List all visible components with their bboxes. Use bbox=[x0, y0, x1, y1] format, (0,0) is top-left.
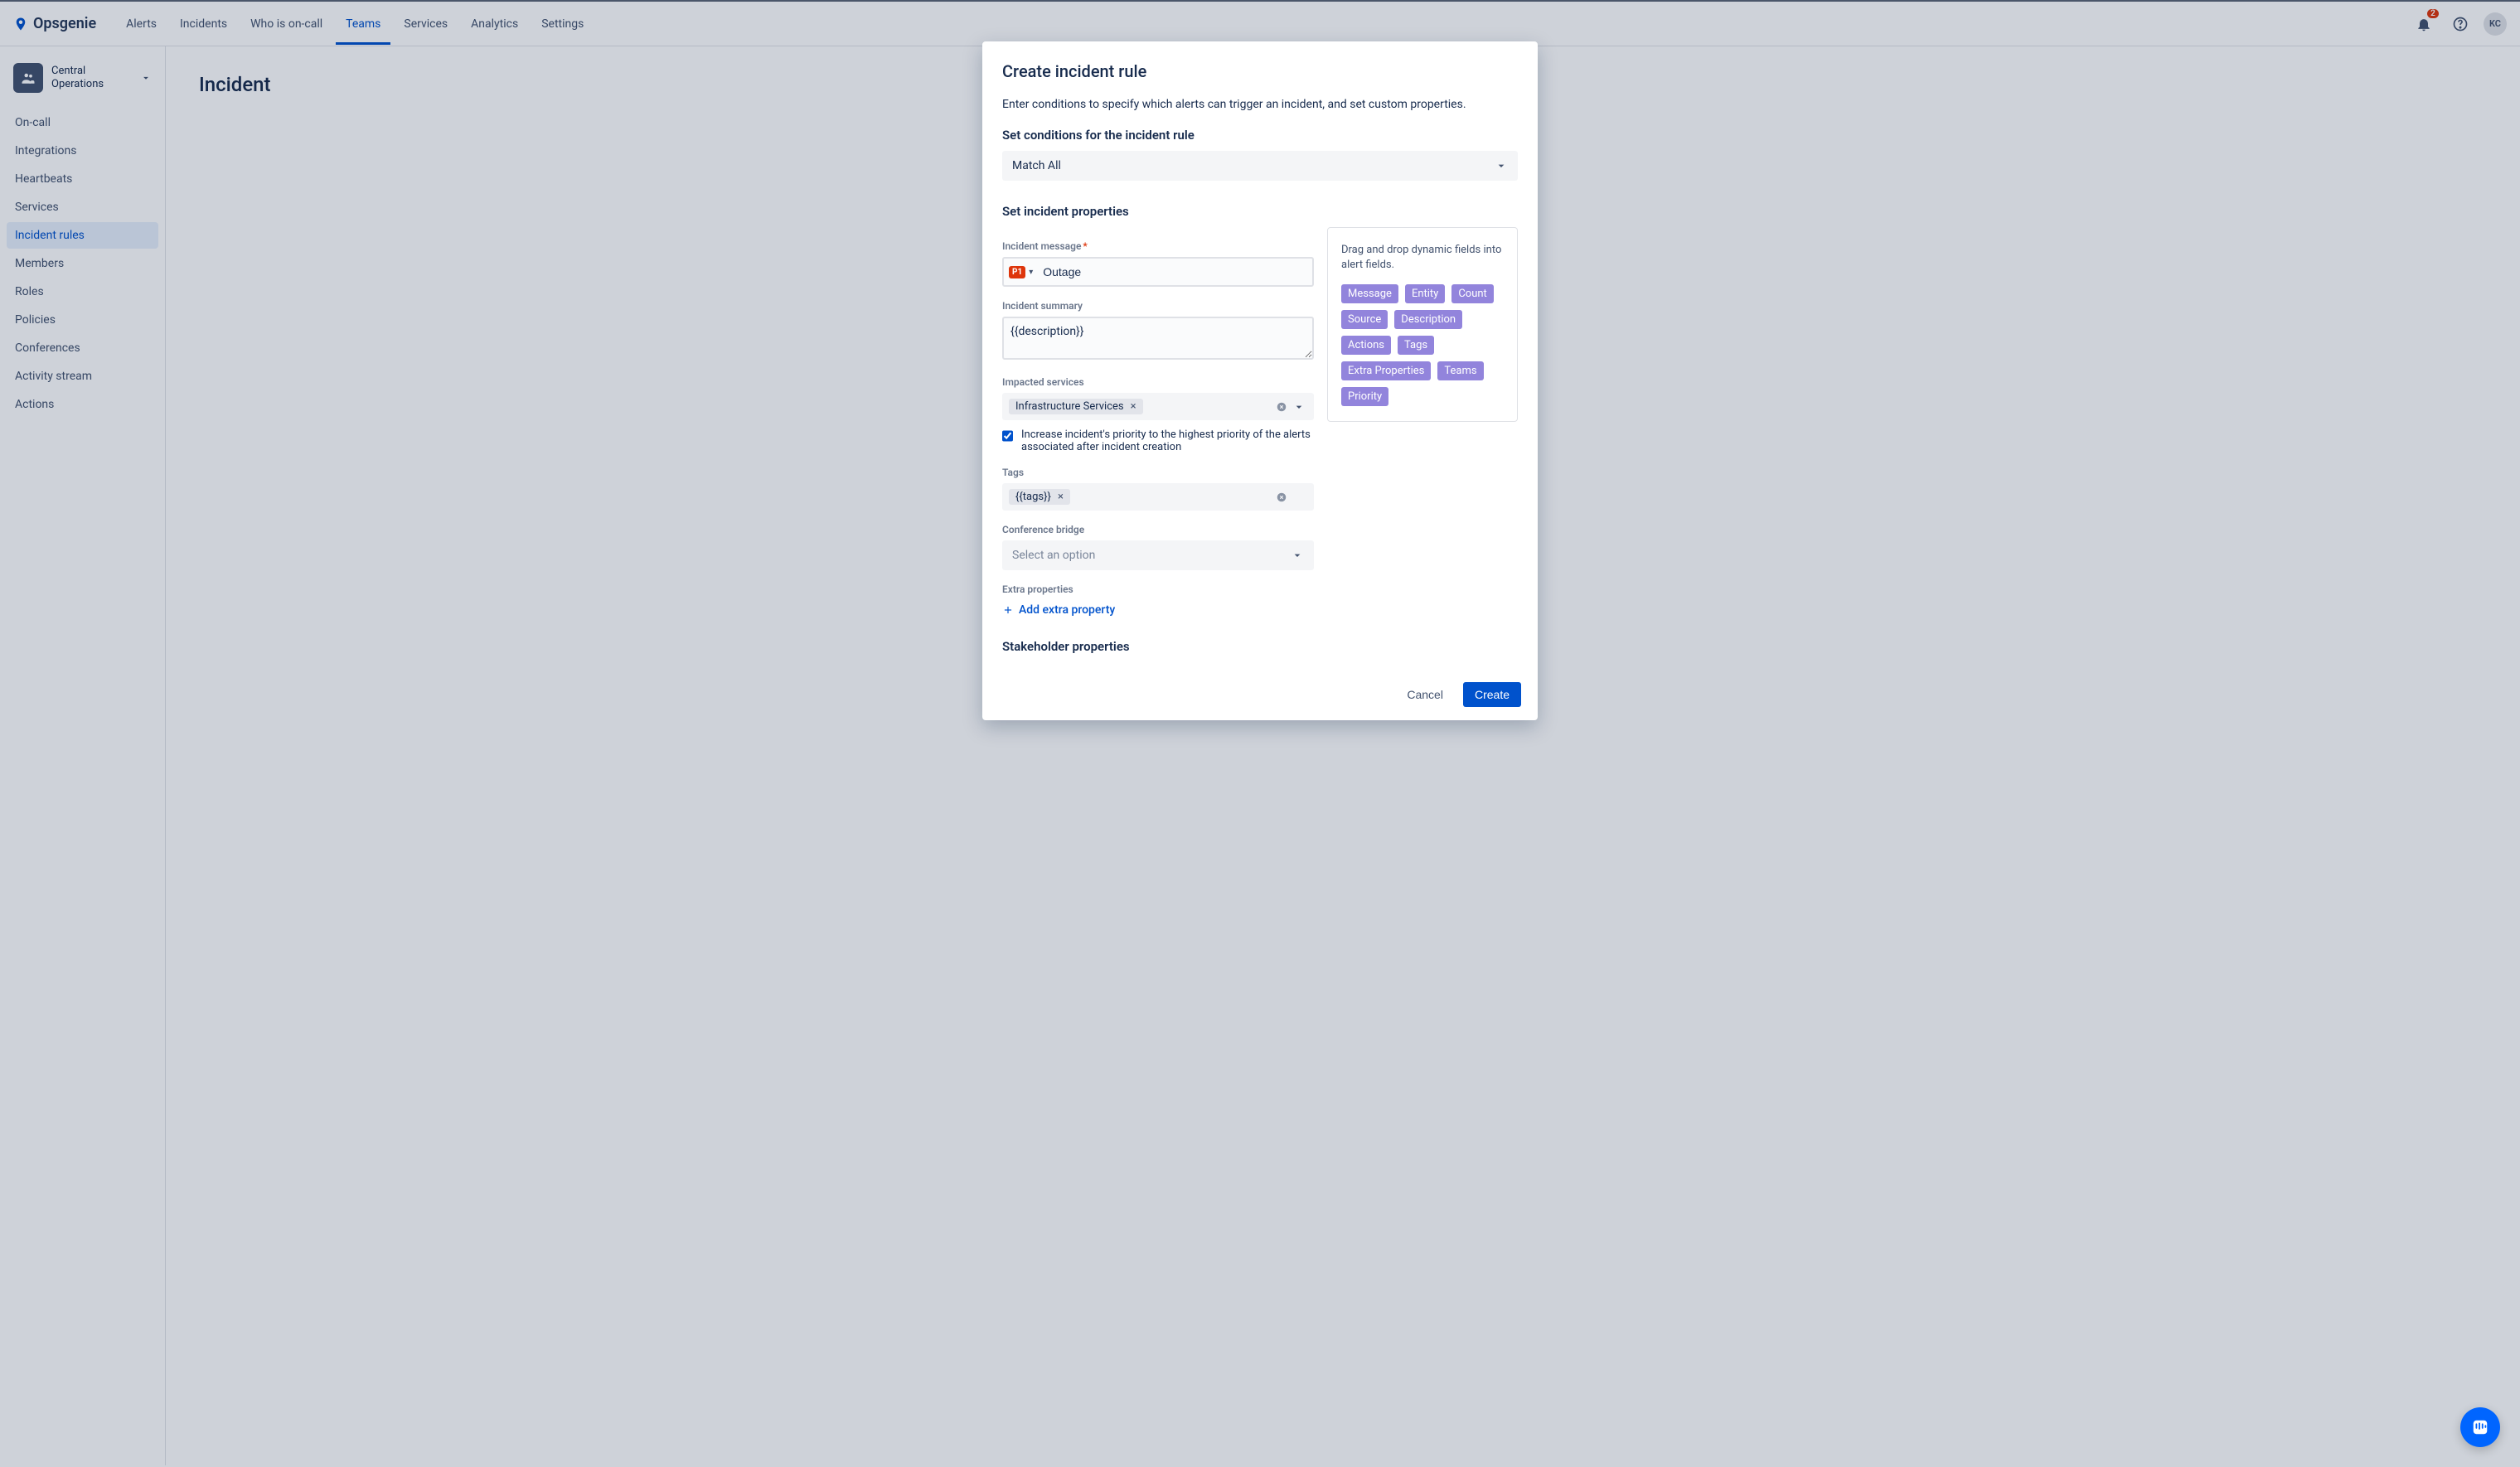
increase-priority-row: Increase incident's priority to the high… bbox=[1002, 428, 1314, 453]
incident-message-field[interactable]: P1 ▾ bbox=[1002, 257, 1314, 287]
priority-badge: P1 bbox=[1009, 266, 1025, 278]
modal-title: Create incident rule bbox=[1002, 61, 1518, 81]
dynamic-fields-hint: Drag and drop dynamic fields into alert … bbox=[1341, 243, 1504, 273]
dynfield-count[interactable]: Count bbox=[1451, 284, 1493, 303]
chevron-down-icon bbox=[1495, 159, 1508, 172]
conditions-heading: Set conditions for the incident rule bbox=[1002, 128, 1518, 143]
dynfield-tags[interactable]: Tags bbox=[1398, 336, 1434, 355]
remove-tag-icon[interactable]: × bbox=[1127, 400, 1140, 413]
tag-chip: {{tags}} × bbox=[1009, 489, 1070, 505]
create-incident-rule-modal: Create incident rule Enter conditions to… bbox=[982, 41, 1538, 720]
dynfield-priority[interactable]: Priority bbox=[1341, 387, 1388, 406]
tags-label: Tags bbox=[1002, 467, 1314, 478]
conference-bridge-placeholder: Select an option bbox=[1012, 549, 1095, 562]
remove-tag-icon[interactable]: × bbox=[1054, 491, 1067, 503]
modal-footer: Cancel Create bbox=[982, 669, 1538, 720]
increase-priority-checkbox[interactable] bbox=[1002, 430, 1013, 442]
add-extra-property-button[interactable]: Add extra property bbox=[1002, 603, 1115, 617]
create-button[interactable]: Create bbox=[1463, 682, 1521, 707]
clear-icon[interactable] bbox=[1276, 401, 1287, 413]
incident-message-label: Incident message* bbox=[1002, 240, 1314, 252]
conference-bridge-select[interactable]: Select an option bbox=[1002, 540, 1314, 570]
priority-picker[interactable]: P1 ▾ bbox=[1009, 266, 1038, 278]
impacted-services-select[interactable]: Infrastructure Services × bbox=[1002, 393, 1314, 420]
dynfield-entity[interactable]: Entity bbox=[1405, 284, 1445, 303]
incident-summary-label: Incident summary bbox=[1002, 300, 1314, 312]
conference-bridge-label: Conference bridge bbox=[1002, 524, 1314, 535]
incident-message-input[interactable] bbox=[1038, 262, 1307, 282]
impacted-services-label: Impacted services bbox=[1002, 376, 1314, 388]
match-mode-value: Match All bbox=[1012, 159, 1061, 172]
dynfield-description[interactable]: Description bbox=[1394, 310, 1462, 329]
dynfield-extra-properties[interactable]: Extra Properties bbox=[1341, 361, 1431, 380]
intercom-launcher[interactable] bbox=[2460, 1407, 2500, 1447]
increase-priority-label: Increase incident's priority to the high… bbox=[1021, 428, 1314, 453]
dynfield-message[interactable]: Message bbox=[1341, 284, 1398, 303]
dynfield-source[interactable]: Source bbox=[1341, 310, 1388, 329]
dynfield-teams[interactable]: Teams bbox=[1437, 361, 1483, 380]
clear-icon[interactable] bbox=[1276, 491, 1287, 503]
extra-properties-label: Extra properties bbox=[1002, 583, 1314, 595]
modal-description: Enter conditions to specify which alerts… bbox=[1002, 98, 1518, 111]
dynamic-fields-chips: Message Entity Count Source DescriptionActio… bbox=[1341, 284, 1504, 406]
match-mode-select[interactable]: Match All bbox=[1002, 151, 1518, 181]
stakeholder-heading: Stakeholder properties bbox=[1002, 639, 1314, 654]
chevron-down-icon bbox=[1292, 400, 1306, 414]
incident-summary-input[interactable] bbox=[1002, 317, 1314, 360]
dynfield-actions[interactable]: Actions bbox=[1341, 336, 1391, 355]
properties-heading: Set incident properties bbox=[1002, 204, 1518, 219]
dynamic-fields-panel: Drag and drop dynamic fields into alert … bbox=[1327, 227, 1518, 422]
modal-body: Create incident rule Enter conditions to… bbox=[982, 41, 1538, 669]
impacted-service-tag: Infrastructure Services × bbox=[1009, 399, 1143, 414]
chevron-down-icon bbox=[1291, 549, 1304, 562]
tags-input[interactable]: {{tags}} × bbox=[1002, 483, 1314, 511]
chevron-down-icon: ▾ bbox=[1029, 268, 1033, 277]
cancel-button[interactable]: Cancel bbox=[1395, 682, 1455, 707]
